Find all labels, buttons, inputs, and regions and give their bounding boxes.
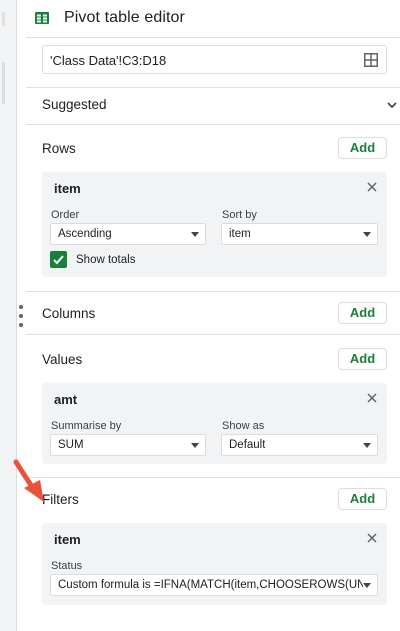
show-totals-label: Show totals	[76, 254, 136, 266]
caret-down-icon	[191, 232, 199, 237]
columns-section-label: Columns	[42, 306, 96, 321]
sortby-select[interactable]: item	[221, 223, 378, 245]
add-filters-button[interactable]: Add	[338, 488, 387, 510]
summarise-label: Summarise by	[51, 420, 122, 432]
close-icon[interactable]	[365, 391, 379, 405]
status-value: Custom formula is =IFNA(MATCH(item,CHOOS…	[58, 579, 363, 591]
values-field-name: amt	[54, 392, 78, 407]
divider	[26, 291, 400, 292]
order-select[interactable]: Ascending	[50, 223, 206, 245]
close-icon[interactable]	[365, 180, 379, 194]
showas-select[interactable]: Default	[221, 434, 378, 456]
showas-value: Default	[229, 439, 266, 451]
strip-marker	[2, 62, 5, 104]
sheets-icon	[35, 12, 49, 24]
pivot-editor-panel: Pivot table editor 'Class Data'!C3:D18 S…	[26, 0, 400, 631]
drag-handle-icon[interactable]	[17, 305, 25, 327]
panel-title: Pivot table editor	[64, 9, 185, 26]
divider	[26, 334, 400, 335]
strip-marker	[2, 12, 5, 26]
summarise-select[interactable]: SUM	[50, 434, 206, 456]
filters-field-card: item Status Custom formula is =IFNA(MATC…	[42, 523, 387, 605]
divider	[26, 477, 400, 478]
values-section-label: Values	[42, 352, 83, 367]
add-values-button[interactable]: Add	[338, 348, 387, 370]
divider	[26, 87, 400, 88]
check-icon	[53, 255, 64, 265]
summarise-value: SUM	[58, 439, 84, 451]
caret-down-icon	[363, 583, 371, 588]
order-label: Order	[51, 209, 80, 221]
caret-down-icon	[363, 232, 371, 237]
left-strip	[0, 0, 17, 631]
values-field-card: amt Summarise by SUM Show as Default	[42, 383, 387, 464]
data-range-input[interactable]: 'Class Data'!C3:D18	[42, 45, 387, 74]
data-range-value: 'Class Data'!C3:D18	[50, 53, 167, 68]
sortby-value: item	[229, 228, 251, 240]
caret-down-icon	[363, 443, 371, 448]
suggested-section-label[interactable]: Suggested	[42, 97, 107, 112]
caret-down-icon	[191, 443, 199, 448]
status-label: Status	[51, 560, 83, 572]
grid-select-icon[interactable]	[364, 53, 378, 67]
rows-field-name: item	[54, 181, 81, 196]
panel-header: Pivot table editor	[26, 0, 400, 38]
rows-field-card: item Order Ascending Sort by item Show t…	[42, 172, 387, 277]
status-select[interactable]: Custom formula is =IFNA(MATCH(item,CHOOS…	[50, 574, 378, 596]
filters-field-name: item	[54, 532, 81, 547]
order-value: Ascending	[58, 228, 112, 240]
chevron-down-icon[interactable]	[386, 99, 398, 111]
close-icon[interactable]	[365, 531, 379, 545]
divider	[26, 124, 400, 125]
rows-section-label: Rows	[42, 141, 76, 156]
add-rows-button[interactable]: Add	[338, 137, 387, 159]
showas-label: Show as	[222, 420, 265, 432]
show-totals-checkbox[interactable]	[50, 251, 67, 268]
sortby-label: Sort by	[222, 209, 257, 221]
add-columns-button[interactable]: Add	[338, 302, 387, 324]
annotation-arrow-icon	[13, 459, 44, 502]
